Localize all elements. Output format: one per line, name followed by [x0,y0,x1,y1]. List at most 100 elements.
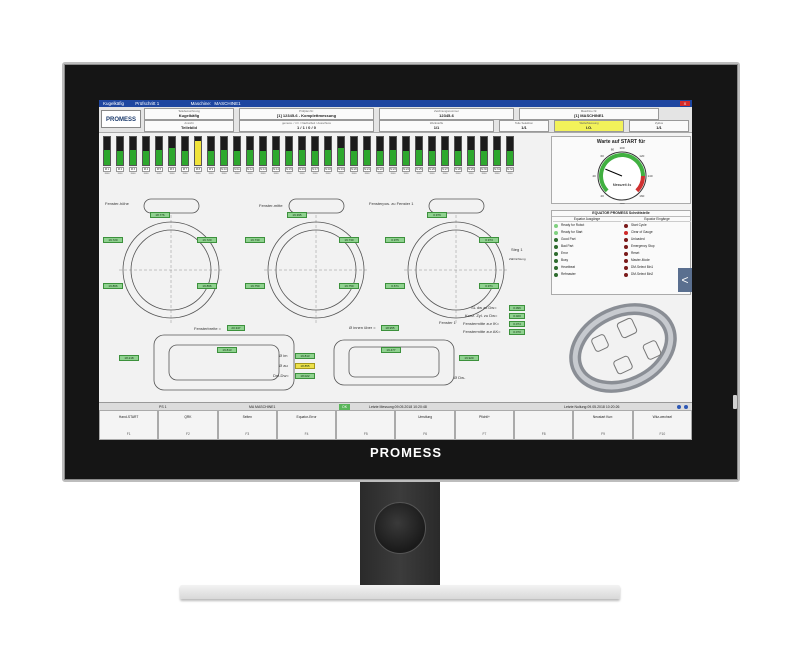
function-key-f7[interactable]: Pfichtl+ F7 [454,410,515,440]
value-box: 18.855 [295,363,315,369]
bar-value: 2000 [507,173,513,175]
nav-back-button[interactable]: < [678,268,692,292]
label-fensterhoehe: Fenster-höhe [105,201,129,206]
function-key-bar: Hand-START F1 QRK F2 Selten F3 Equator-Error F4… [99,410,692,440]
function-key-f10[interactable]: Wkz-wechsel F10 [632,410,692,440]
titlebar-step: Prüfschritt 1 [135,101,160,106]
status-led-icon [554,251,558,256]
bar-fill [338,148,344,165]
monitor-side-button[interactable] [733,395,737,409]
status-led-icon [624,272,628,277]
value-box: 0.975 [385,237,405,243]
function-key-f5[interactable]: F5 [336,410,396,440]
value-box: 0.070 [509,329,525,335]
io-row: Refmaster [553,271,621,278]
bar-label: M 32 [506,167,514,172]
bar-label: M 6 [168,167,176,172]
io-row: Unloaded [623,236,691,243]
status-led-icon [624,223,628,228]
function-key-f9[interactable]: Neustart Kurr. F9 [573,410,633,440]
cage-3d-render [569,303,677,393]
titlebar-machine: MASCHINE1 [214,101,241,106]
value-box: 18.022 [295,373,315,379]
bar-label: M 25 [415,167,423,172]
bar-fill [169,148,175,165]
bar-label: M 22 [376,167,384,172]
bar-fill [234,151,240,165]
label-fenster1: Fenster 1 [439,320,456,325]
bar-gauge [259,136,267,166]
bar-value: 2000 [377,173,383,175]
bar-value: 2000 [234,173,240,175]
bar-fill [364,149,370,165]
io-outputs: Equator Ausgänge Ready for Robot Ready fo… [553,217,621,278]
bar-label: M 19 [337,167,345,172]
value-box: 0.671 [385,283,405,289]
bar-gauge [493,136,501,166]
function-key-name: F6 [423,432,428,436]
bar-gauge [155,136,163,166]
part-drawing: Fenster-höhe Fenster-mitte Fensterpos. z… [99,185,544,425]
header-cell-value: 12345-6 [439,113,454,118]
header-cell-value: 1 / 1 / 0 / 0 [297,125,316,130]
value-box: 0.096 [509,305,525,311]
bar-label: M 3 [129,167,137,172]
status-dot-icon [684,405,688,409]
function-key-label: QRK [184,415,192,419]
header-cell-value: 1/1 [656,125,662,130]
status-led-icon [624,258,628,263]
header-cell-value: Kugelkäfig [178,113,200,118]
bar-fill [273,149,279,165]
value-box: 19.750 [245,283,265,289]
bar-fill [494,149,500,165]
function-key-name: F2 [186,432,190,436]
close-button[interactable]: X [680,101,690,106]
label-fensterbreite: Fensterbreite = [194,326,222,331]
bar-value: 2000 [351,173,357,175]
header-cell: Zeichnungsnummer 12345-6 [379,108,514,120]
bar-fill [195,141,201,165]
bar-gauge [168,136,176,166]
value-box: 19.720 [103,237,123,243]
gauge-tick-label: 160 [639,194,644,198]
function-key-f8[interactable]: F8 [514,410,574,440]
function-key-name: F10 [659,432,666,436]
bar-label: M 23 [389,167,397,172]
header-cell: Zyklus 1/1 [629,120,689,132]
function-key-label: Selten [242,415,252,419]
bar-fill [429,151,435,165]
label-zaehlrichtung: Zählrichtung [509,257,526,261]
function-key-f1[interactable]: Hand-START F1 [99,410,159,440]
bar-value: 2000 [156,173,162,175]
status-led-icon [554,265,558,270]
bar-gauge [415,136,423,166]
bar-gauge [337,136,345,166]
status-led-icon [624,251,628,256]
header-cell: Teilebezeichnung Kugelkäfig [144,108,234,120]
header-cell: Prüfplan Nr. [1] 12345-6 - Komplettmessun… [239,108,374,120]
function-key-f4[interactable]: Equator-Error F4 [276,410,337,440]
gauge-center: Messzeit 4s [613,183,632,187]
bar-value: 2000 [169,173,175,175]
io-row: Start Cycle [623,222,691,229]
value-box: 0.973 [479,237,499,243]
bar-label: M 20 [350,167,358,172]
bar-label: M 11 [233,167,241,172]
function-key-f6[interactable]: Umstlung F6 [395,410,455,440]
hmi-screen: Kugelkäfig Prüfschritt 1 Maschine: MASCH… [99,100,692,440]
monitor-stand-knob[interactable] [374,502,426,554]
function-key-f3[interactable]: Selten F3 [217,410,277,440]
bar-fill [507,151,513,165]
bar-value: 2000 [325,173,331,175]
bar-label: M 5 [155,167,163,172]
value-box: 0.976 [427,212,447,218]
function-key-f2[interactable]: QRK F2 [158,410,218,440]
gauge-tick-label: 20 [601,194,605,198]
io-label: Reset [631,251,640,255]
bar-fill [182,151,188,165]
gauge-tick-label: 80 [611,148,615,152]
bar-fill [416,149,422,165]
value-box: 19.813 [217,347,237,353]
bar-value: 2000 [429,173,435,175]
io-label: DM-Select Bin2 [631,272,654,276]
